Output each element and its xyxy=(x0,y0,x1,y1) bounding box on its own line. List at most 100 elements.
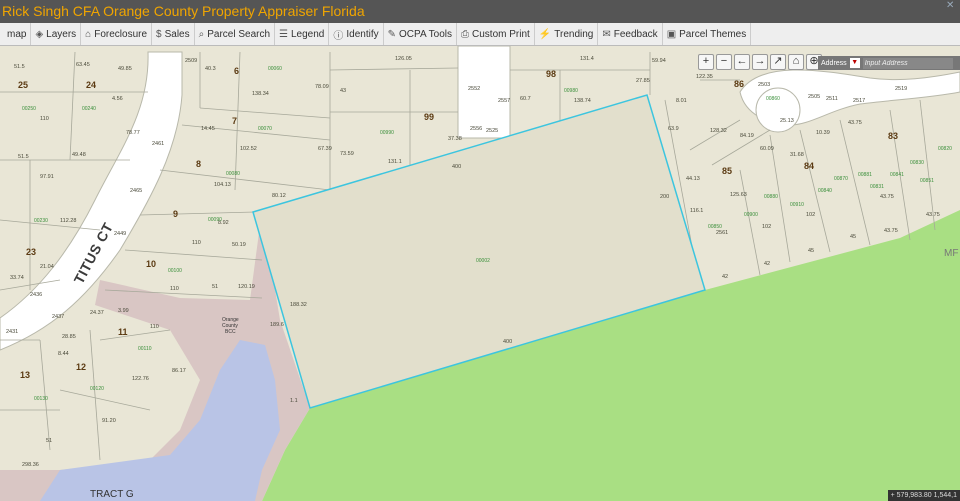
parcel-id: 00820 xyxy=(938,146,952,152)
toolbar-label: Parcel Search xyxy=(207,28,271,40)
toolbar-label: Custom Print xyxy=(472,28,530,40)
dim-label: 188.32 xyxy=(290,302,307,308)
dim-label: 67.39 xyxy=(318,146,332,152)
dim-label: 97.91 xyxy=(40,174,54,180)
dim-label: 78.77 xyxy=(126,130,140,136)
toolbar-label: Layers xyxy=(46,28,77,40)
dim-label: 4.56 xyxy=(112,96,123,102)
toolbar-label: Legend xyxy=(291,28,325,40)
toolbar-parcel-search[interactable]: ⌕ Parcel Search xyxy=(195,23,276,45)
dim-label: 112.28 xyxy=(60,218,76,224)
dim-label: 42 xyxy=(764,261,770,267)
parcel-id: 00110 xyxy=(138,346,152,352)
dim-label: 102.52 xyxy=(240,146,257,152)
dim-label: 45 xyxy=(808,248,814,254)
lot-number: 98 xyxy=(546,69,556,79)
dim-label: 128.32 xyxy=(710,128,727,134)
parcel-id: 00230 xyxy=(34,218,48,224)
parcel-id: 00900 xyxy=(744,212,758,218)
lot-number: 11 xyxy=(118,327,128,337)
dim-label: 189.6 xyxy=(270,322,284,328)
dim-label: 91.20 xyxy=(102,418,116,424)
toolbar-trending[interactable]: ⚡ Trending xyxy=(535,23,599,45)
home-icon[interactable]: ⌂ xyxy=(788,54,804,70)
parcel-id: 00980 xyxy=(564,88,578,94)
dim-label: 21.04 xyxy=(40,264,54,270)
map-canvas[interactable]: TITUS CT TRACT G Orange County BCC MF 25… xyxy=(0,46,960,501)
dim-label: 1.1 xyxy=(290,398,298,404)
print-icon: ⎙ xyxy=(461,28,470,40)
toolbar-feedback[interactable]: ✉ Feedback xyxy=(598,23,663,45)
dim-label: 8.44 xyxy=(58,351,69,357)
back-arrow-icon[interactable]: ← xyxy=(734,54,750,70)
toolbar-label: map xyxy=(7,28,27,40)
dim-label: 73.59 xyxy=(340,151,354,157)
dim-label: 2509 xyxy=(185,58,197,64)
parcel-id: 00240 xyxy=(82,106,96,112)
address-input[interactable] xyxy=(862,57,953,69)
parcel-id: 00080 xyxy=(226,171,240,177)
pan-arrow-icon[interactable]: ↗ xyxy=(770,54,786,70)
dim-label: 40.3 xyxy=(205,66,216,72)
toolbar-layers[interactable]: ◈ Layers xyxy=(31,23,82,45)
parcel-id: 00870 xyxy=(834,176,848,182)
dim-label: 104.13 xyxy=(214,182,231,188)
dim-label: 43.75 xyxy=(848,120,862,126)
parcel-id: 00840 xyxy=(818,188,832,194)
dim-label: 84.19 xyxy=(740,133,754,139)
address-search: Address ▼ xyxy=(818,56,960,70)
dim-label: 60.09 xyxy=(760,146,774,152)
zoom-in-icon[interactable]: + xyxy=(698,54,714,70)
themes-icon: ▣ xyxy=(666,28,677,40)
dim-label: 43 xyxy=(340,88,346,94)
feedback-icon: ✉ xyxy=(602,28,611,40)
toolbar-label: Feedback xyxy=(613,28,658,40)
toolbar-custom-print[interactable]: ⎙ Custom Print xyxy=(457,23,535,45)
dim-label: 110 xyxy=(150,324,159,330)
dim-label: 8.01 xyxy=(676,98,687,104)
corner-icon[interactable]: ✕ xyxy=(946,0,958,12)
lot-number: 86 xyxy=(734,79,744,89)
parcel-id: 00120 xyxy=(90,386,104,392)
forward-arrow-icon[interactable]: → xyxy=(752,54,768,70)
title-bar: Rick Singh CFA Orange County Property Ap… xyxy=(0,0,960,23)
map-svg[interactable]: TITUS CT TRACT G Orange County BCC MF 25… xyxy=(0,46,960,501)
toolbar-label: Foreclosure xyxy=(94,28,148,40)
dim-label: 24.37 xyxy=(90,310,104,316)
dim-label: 63.9 xyxy=(668,126,679,132)
dim-label: 10.39 xyxy=(816,130,830,136)
dim-label: 51 xyxy=(46,438,52,444)
dim-label: 2505 xyxy=(808,94,820,100)
dim-label: 28.85 xyxy=(62,334,76,340)
toolbar-label: Parcel Themes xyxy=(679,28,747,40)
toolbar-sales[interactable]: $ Sales xyxy=(152,23,195,45)
search-label: Address xyxy=(821,59,847,67)
foreclosure-icon: ⌂ xyxy=(85,28,92,40)
parcel-id: 00002 xyxy=(476,258,490,264)
dim-label: 2511 xyxy=(826,96,838,102)
dim-label: 2556 xyxy=(470,126,482,132)
dim-label: 2437 xyxy=(52,314,64,320)
toolbar-map[interactable]: map xyxy=(0,23,32,45)
dim-label: 51.5 xyxy=(14,64,25,70)
toolbar-identify[interactable]: ⓘ Identify xyxy=(329,23,384,45)
dim-label: 131.1 xyxy=(388,159,402,165)
dim-label: 2465 xyxy=(130,188,142,194)
dim-label: 2503 xyxy=(758,82,770,88)
parcel-id: 00100 xyxy=(168,268,182,274)
lot-number: 7 xyxy=(232,116,237,126)
parcel-id: 00831 xyxy=(870,184,884,190)
dim-label: 60.7 xyxy=(520,96,531,102)
toolbar-parcel-themes[interactable]: ▣ Parcel Themes xyxy=(663,23,752,45)
dim-label: 120.19 xyxy=(238,284,255,290)
dropdown-icon[interactable]: ▼ xyxy=(849,58,860,68)
toolbar-legend[interactable]: ☰ Legend xyxy=(275,23,330,45)
toolbar-foreclosure[interactable]: ⌂ Foreclosure xyxy=(81,23,153,45)
zoom-out-icon[interactable]: − xyxy=(716,54,732,70)
toolbar-label: OCPA Tools xyxy=(399,28,453,40)
dim-label: 37.38 xyxy=(448,136,462,142)
dim-label: 122.76 xyxy=(132,376,149,382)
toolbar-ocpa-tools[interactable]: ✎ OCPA Tools xyxy=(384,23,458,45)
parcel-id: 00860 xyxy=(766,96,780,102)
dim-label: 2431 xyxy=(6,329,18,335)
